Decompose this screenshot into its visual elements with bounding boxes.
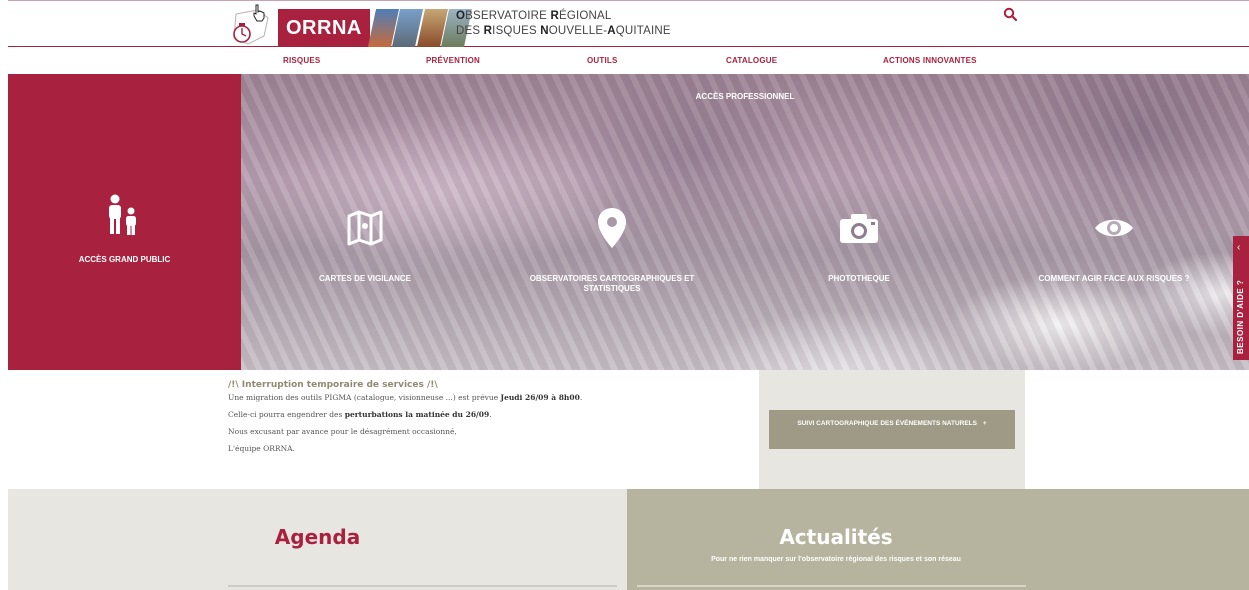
agenda-title: Agenda	[274, 525, 361, 549]
nav-item-prevention[interactable]: PRÉVENTION	[426, 56, 480, 65]
notice-line: Une migration des outils PIGMA (catalogu…	[228, 393, 583, 402]
help-tab-label: BESOIN D'AIDE ?	[1236, 279, 1245, 354]
notice-heading: /!\ Interruption temporaire de services …	[228, 380, 438, 390]
notice-line: Celle-ci pourra engendrer des perturbati…	[228, 410, 492, 419]
search-icon[interactable]	[1003, 7, 1019, 23]
org-title-word: QUITAINE	[615, 25, 671, 37]
news-title: Actualités	[779, 525, 893, 549]
service-notice: /!\ Interruption temporaire de services …	[228, 380, 748, 461]
news-divider	[637, 585, 1026, 587]
region-map-logo-icon	[228, 8, 274, 48]
family-icon	[106, 194, 140, 243]
nav-item-risques[interactable]: RISQUES	[283, 56, 320, 65]
mountain-background-image: ACCÈS PROFESSIONNEL CARTES DE VIGILANCE …	[241, 74, 1249, 370]
org-title-initial: A	[607, 25, 616, 37]
logo-photo-strip	[367, 9, 472, 47]
tile-cartes-vigilance[interactable]: CARTES DE VIGILANCE	[265, 204, 465, 284]
tile-phototheque[interactable]: PHOTOTHEQUE	[759, 204, 959, 284]
notice-line: Nous excusant par avance pour le désagré…	[228, 427, 457, 436]
hand-cursor-icon	[252, 4, 266, 22]
public-access-panel[interactable]: ACCÈS GRAND PUBLIC	[8, 74, 241, 370]
suivi-panel: SUIVI CARTOGRAPHIQUE DES ÉVÉNEMENTS NATU…	[759, 370, 1025, 489]
chevron-left-icon: ‹	[1237, 242, 1241, 253]
tile-comment-agir[interactable]: COMMENT AGIR FACE AUX RISQUES ?	[1014, 204, 1214, 284]
tile-label: OBSERVATOIRES CARTOGRAPHIQUES ET STATIST…	[529, 274, 695, 293]
org-title-word: ISQUES	[492, 25, 541, 37]
agenda-section: Agenda	[8, 489, 627, 590]
professional-access-label[interactable]: ACCÈS PROFESSIONNEL	[241, 92, 1249, 101]
hero-section: ACCÈS GRAND PUBLIC ACCÈS PROFESSIONNEL C…	[8, 74, 1249, 370]
suivi-button-label: SUIVI CARTOGRAPHIQUE DES ÉVÉNEMENTS NATU…	[797, 420, 977, 427]
suivi-cartographique-button[interactable]: SUIVI CARTOGRAPHIQUE DES ÉVÉNEMENTS NATU…	[769, 410, 1015, 449]
tile-observatoires[interactable]: OBSERVATOIRES CARTOGRAPHIQUES ET STATIST…	[512, 204, 712, 294]
help-tab[interactable]: ‹ BESOIN D'AIDE ?	[1233, 236, 1249, 360]
org-title-word: ÉGIONAL	[558, 10, 612, 22]
news-subtitle: Pour ne rien manquer sur l'observatoire …	[711, 556, 961, 563]
notice-signature: L'équipe ORRNA.	[228, 444, 295, 453]
nav-item-outils[interactable]: OUTILS	[587, 56, 618, 65]
nav-item-catalogue[interactable]: CATALOGUE	[726, 56, 777, 65]
org-title-word: OUVELLE-	[548, 25, 608, 37]
location-pin-icon	[512, 204, 712, 252]
nav-item-actions-innovantes[interactable]: ACTIONS INNOVANTES	[883, 56, 977, 65]
org-title-line-2: DES RISQUES NOUVELLE-AQUITAINE	[456, 24, 671, 39]
map-icon	[265, 204, 465, 252]
org-title-word: BSERVATOIRE	[465, 10, 551, 22]
plus-icon: +	[982, 420, 987, 427]
camera-icon	[759, 204, 959, 252]
org-title-word: DES	[456, 25, 484, 37]
org-title-initial: O	[456, 10, 466, 22]
tile-label: PHOTOTHEQUE	[828, 274, 890, 283]
tile-label: COMMENT AGIR FACE AUX RISQUES ?	[1038, 274, 1190, 283]
public-access-label: ACCÈS GRAND PUBLIC	[78, 255, 171, 264]
organization-title: OBSERVATOIRE RÉGIONAL DES RISQUES NOUVEL…	[456, 9, 671, 39]
eye-icon	[1014, 204, 1214, 252]
org-title-initial: N	[540, 25, 549, 37]
org-title-initial: R	[550, 10, 559, 22]
main-navigation: RISQUES PRÉVENTION OUTILS CATALOGUE ACTI…	[0, 56, 1249, 74]
org-title-line-1: OBSERVATOIRE RÉGIONAL	[456, 9, 671, 24]
org-title-initial: R	[483, 25, 493, 37]
logo-wordmark: ORRNA	[278, 9, 370, 47]
tile-label: CARTES DE VIGILANCE	[318, 274, 411, 283]
agenda-divider	[228, 585, 617, 587]
news-section: Actualités Pour ne rien manquer sur l'ob…	[627, 489, 1249, 590]
